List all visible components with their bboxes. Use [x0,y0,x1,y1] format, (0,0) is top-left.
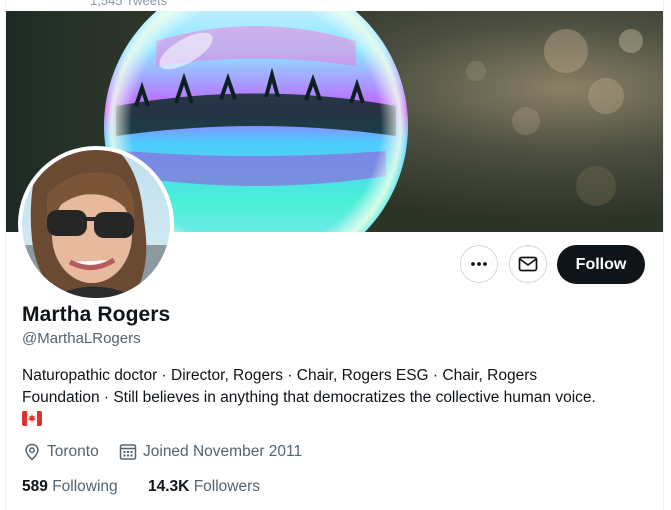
avatar[interactable] [18,146,174,302]
more-button[interactable] [460,245,498,283]
location-pin-icon [25,443,39,461]
bio-line: Foundation · Still believes in anything … [22,389,596,406]
top-header: 1,545 Tweets [6,0,663,11]
join-date: Joined November 2011 [119,443,302,461]
canada-flag-icon [22,411,42,426]
location: Toronto [23,443,99,461]
avatar-image [22,150,170,298]
following-label: Following [52,478,118,495]
display-name: Martha Rogers [22,303,171,326]
tweet-count: 1,545 Tweets [90,0,168,8]
frame-border-right [663,0,664,510]
envelope-icon [518,256,538,272]
calendar-icon [119,444,137,460]
location-text: Toronto [47,443,99,460]
user-handle: @MarthaLRogers [22,330,141,347]
followers-label: Followers [193,478,261,495]
more-icon [471,262,487,266]
following-count: 589 [22,478,48,495]
followers-count: 14.3K [148,478,190,495]
profile-bio: Naturopathic doctor · Director, Rogers ·… [22,365,652,426]
followers-link[interactable]: 14.3K Followers [148,478,260,496]
follow-button[interactable]: Follow [557,245,645,284]
join-date-text: Joined November 2011 [143,443,303,460]
bio-line: Naturopathic doctor · Director, Rogers ·… [22,367,538,384]
following-link[interactable]: 589 Following [22,478,118,496]
message-button[interactable] [509,245,547,283]
